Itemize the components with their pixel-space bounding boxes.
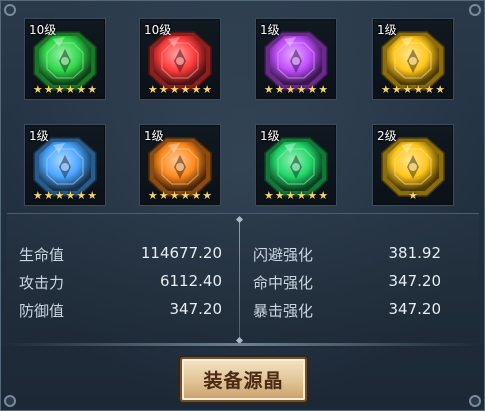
star-icon: ★: [274, 189, 285, 202]
stat-row-attack: 攻击力 6112.40 命中强化 347.20: [7, 272, 479, 294]
star-icon: ★: [263, 189, 274, 202]
star-icon: ★: [307, 189, 318, 202]
star-icon: ★: [285, 83, 296, 96]
stat-value: 6112.40: [159, 272, 222, 290]
stat-value: 114677.20: [140, 244, 222, 262]
star-icon: ★: [202, 189, 213, 202]
star-icon: ★: [87, 189, 98, 202]
gem-level: 10级: [144, 23, 172, 37]
gem-level: 1级: [144, 129, 164, 143]
stat-label: 命中强化: [253, 274, 314, 292]
gem-slot-1[interactable]: 10级 ★ ★ ★ ★ ★ ★: [24, 18, 106, 100]
corner-ornament: [4, 395, 16, 407]
separator-bar: [1, 343, 484, 346]
gem-slot-2[interactable]: 10级 ★ ★ ★ ★ ★ ★: [139, 18, 221, 100]
gem-level: 1级: [377, 23, 397, 37]
corner-ornament: [469, 4, 481, 16]
stat-value: 347.20: [169, 300, 223, 318]
gem-level: 1级: [260, 129, 280, 143]
star-icon: ★: [408, 189, 418, 202]
star-icon: ★: [380, 83, 391, 96]
gem-slot-4[interactable]: 1级 ★ ★ ★ ★ ★ ★: [372, 18, 454, 100]
star-icon: ★: [263, 83, 274, 96]
star-icon: ★: [76, 83, 87, 96]
gem-slot-8[interactable]: 2级 ★: [372, 124, 454, 206]
star-rating: ★ ★ ★ ★ ★ ★: [143, 190, 217, 202]
star-icon: ★: [169, 189, 180, 202]
star-icon: ★: [54, 83, 65, 96]
corner-ornament: [469, 395, 481, 407]
gem-level: 10级: [29, 23, 57, 37]
star-icon: ★: [65, 189, 76, 202]
stat-label: 防御值: [19, 302, 65, 320]
star-icon: ★: [158, 83, 169, 96]
gem-slot-3[interactable]: 1级 ★ ★ ★ ★ ★ ★: [255, 18, 337, 100]
stat-row-defense: 防御值 347.20 暴击强化 347.20: [7, 300, 479, 322]
star-icon: ★: [424, 83, 435, 96]
star-rating: ★: [376, 190, 450, 202]
star-icon: ★: [191, 83, 202, 96]
star-icon: ★: [169, 83, 180, 96]
star-icon: ★: [296, 189, 307, 202]
star-icon: ★: [391, 83, 402, 96]
stats-panel: 生命值 114677.20 闪避强化 381.92 攻击力 6112.40 命中…: [7, 213, 479, 348]
star-icon: ★: [402, 83, 413, 96]
star-icon: ★: [318, 83, 329, 96]
stat-label: 攻击力: [19, 274, 65, 292]
stat-row-hp: 生命值 114677.20 闪避强化 381.92: [7, 244, 479, 266]
star-icon: ★: [147, 83, 158, 96]
gem-slot-5[interactable]: 1级 ★ ★ ★ ★ ★ ★: [24, 124, 106, 206]
star-icon: ★: [274, 83, 285, 96]
gem-level: 2级: [377, 129, 397, 143]
star-rating: ★ ★ ★ ★ ★ ★: [28, 84, 102, 96]
star-icon: ★: [32, 189, 43, 202]
star-icon: ★: [180, 189, 191, 202]
stat-value: 347.20: [388, 272, 442, 290]
star-icon: ★: [87, 83, 98, 96]
equip-gem-button[interactable]: 装备源晶: [180, 357, 307, 402]
star-icon: ★: [32, 83, 43, 96]
stat-label: 生命值: [19, 246, 65, 264]
gem-panel: 10级 ★ ★ ★ ★ ★ ★ 10级 ★ ★ ★ ★ ★ ★ 1级 ★ ★ ★…: [0, 0, 485, 411]
star-icon: ★: [202, 83, 213, 96]
star-rating: ★ ★ ★ ★ ★ ★: [259, 190, 333, 202]
star-icon: ★: [285, 189, 296, 202]
star-icon: ★: [43, 83, 54, 96]
stat-value: 347.20: [388, 300, 442, 318]
star-rating: ★ ★ ★ ★ ★ ★: [143, 84, 217, 96]
star-icon: ★: [296, 83, 307, 96]
star-rating: ★ ★ ★ ★ ★ ★: [376, 84, 450, 96]
star-icon: ★: [318, 189, 329, 202]
star-icon: ★: [76, 189, 87, 202]
star-icon: ★: [180, 83, 191, 96]
gem-level: 1级: [260, 23, 280, 37]
star-icon: ★: [191, 189, 202, 202]
star-icon: ★: [307, 83, 318, 96]
stat-value: 381.92: [388, 244, 442, 262]
gem-slot-7[interactable]: 1级 ★ ★ ★ ★ ★ ★: [255, 124, 337, 206]
corner-ornament: [4, 4, 16, 16]
stat-label: 闪避强化: [253, 246, 314, 264]
star-icon: ★: [43, 189, 54, 202]
star-icon: ★: [413, 83, 424, 96]
star-rating: ★ ★ ★ ★ ★ ★: [28, 190, 102, 202]
gem-slot-6[interactable]: 1级 ★ ★ ★ ★ ★ ★: [139, 124, 221, 206]
gem-level: 1级: [29, 129, 49, 143]
star-icon: ★: [65, 83, 76, 96]
stat-label: 暴击强化: [253, 302, 314, 320]
star-icon: ★: [158, 189, 169, 202]
star-icon: ★: [54, 189, 65, 202]
star-rating: ★ ★ ★ ★ ★ ★: [259, 84, 333, 96]
star-icon: ★: [147, 189, 158, 202]
star-icon: ★: [435, 83, 446, 96]
